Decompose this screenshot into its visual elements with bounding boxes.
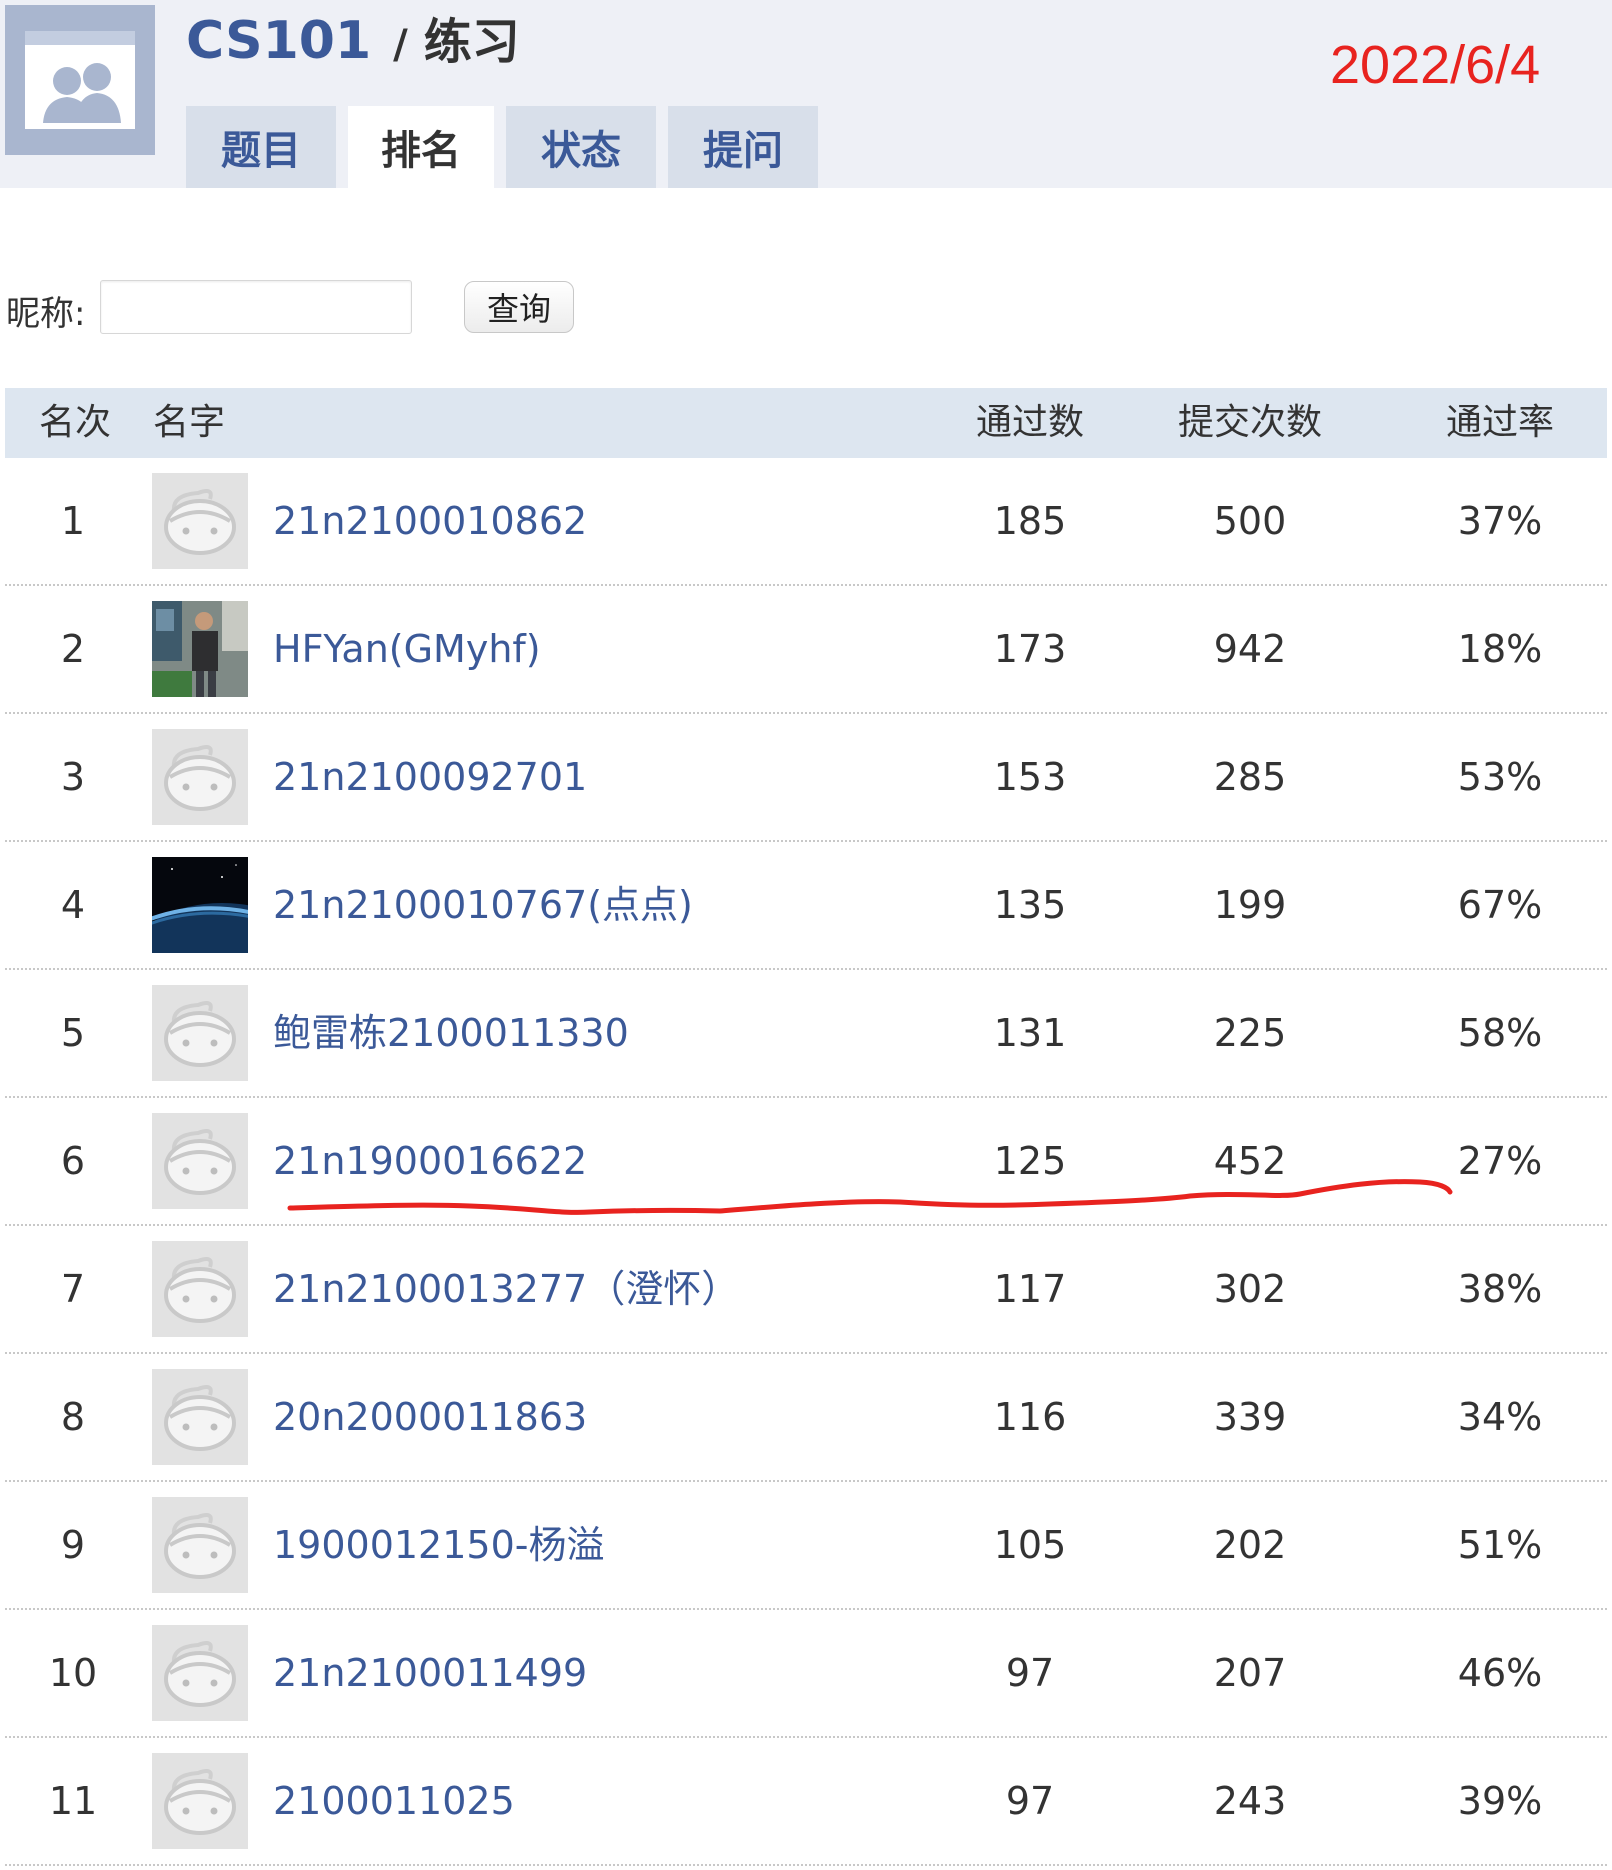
- default-avatar-icon[interactable]: [152, 1241, 248, 1337]
- default-avatar-icon[interactable]: [152, 1113, 248, 1209]
- default-avatar-icon[interactable]: [152, 1625, 248, 1721]
- ranking-table-body: 1 21n2100010862 185 500 37% 2 HFYan(GMyhf) 173 9…: [5, 458, 1607, 1866]
- default-avatar-icon[interactable]: [152, 1497, 248, 1593]
- tab-ranking[interactable]: 排名: [348, 106, 494, 188]
- title-separator: /: [393, 22, 408, 68]
- pass-rate-cell: 27%: [1457, 1139, 1543, 1183]
- pass-rate-cell: 67%: [1457, 883, 1543, 927]
- tab-problems[interactable]: 题目: [186, 106, 336, 188]
- table-row: 2 HFYan(GMyhf) 173 942 18%: [5, 586, 1607, 714]
- user-avatar[interactable]: [152, 601, 248, 697]
- pass-rate-cell: 51%: [1457, 1523, 1543, 1567]
- table-row: 5 鲍雷栋2100011330 131 225 58%: [5, 970, 1607, 1098]
- rank-cell: 5: [60, 1011, 86, 1055]
- page-title: CS101 / 练习: [186, 2, 520, 72]
- user-name-link[interactable]: 21n2100011499: [273, 1610, 587, 1736]
- rank-cell: 3: [60, 755, 86, 799]
- pass-rate-cell: 46%: [1457, 1651, 1543, 1695]
- passed-count-cell: 185: [993, 499, 1067, 543]
- ranking-page: CS101 / 练习 2022/6/4 题目 排名 状态 提问 昵称: 查询 名…: [0, 0, 1612, 1870]
- passed-count-cell: 97: [1005, 1779, 1055, 1823]
- submit-count-cell: 452: [1213, 1139, 1287, 1183]
- header-name: 名字: [153, 402, 226, 443]
- pass-rate-cell: 58%: [1457, 1011, 1543, 1055]
- table-row: 1 21n2100010862 185 500 37%: [5, 458, 1607, 586]
- course-link[interactable]: CS101: [186, 11, 371, 71]
- default-avatar-icon[interactable]: [152, 1369, 248, 1465]
- pass-rate-cell: 39%: [1457, 1779, 1543, 1823]
- default-avatar-icon[interactable]: [152, 729, 248, 825]
- submit-count-cell: 207: [1213, 1651, 1287, 1695]
- passed-count-cell: 97: [1005, 1651, 1055, 1695]
- pass-rate-cell: 18%: [1457, 627, 1543, 671]
- passed-count-cell: 173: [993, 627, 1067, 671]
- user-avatar[interactable]: [152, 857, 248, 953]
- passed-count-cell: 117: [993, 1267, 1067, 1311]
- pass-rate-cell: 37%: [1457, 499, 1543, 543]
- default-avatar-icon[interactable]: [152, 985, 248, 1081]
- section-title: 练习: [423, 14, 520, 70]
- table-row: 4 21n2100010767(点点) 135 199 67%: [5, 842, 1607, 970]
- passed-count-cell: 125: [993, 1139, 1067, 1183]
- submit-count-cell: 202: [1213, 1523, 1287, 1567]
- passed-count-cell: 105: [993, 1523, 1067, 1567]
- default-avatar-icon[interactable]: [152, 473, 248, 569]
- date-annotation: 2022/6/4: [1330, 35, 1541, 95]
- table-row: 11 2100011025 97 243 39%: [5, 1738, 1607, 1866]
- pass-rate-cell: 38%: [1457, 1267, 1543, 1311]
- passed-count-cell: 153: [993, 755, 1067, 799]
- user-name-link[interactable]: 1900012150-杨溢: [273, 1482, 604, 1608]
- submit-count-cell: 339: [1213, 1395, 1287, 1439]
- table-row: 9 1900012150-杨溢 105 202 51%: [5, 1482, 1607, 1610]
- tab-questions[interactable]: 提问: [668, 106, 818, 188]
- header-submits: 提交次数: [1177, 402, 1322, 443]
- user-name-link[interactable]: 21n2100010862: [273, 458, 587, 584]
- user-name-link[interactable]: HFYan(GMyhf): [273, 586, 541, 712]
- query-button[interactable]: 查询: [464, 281, 574, 333]
- submit-count-cell: 199: [1213, 883, 1287, 927]
- rank-cell: 1: [60, 499, 86, 543]
- pass-rate-cell: 53%: [1457, 755, 1543, 799]
- rank-cell: 4: [60, 883, 86, 927]
- header-rate: 通过率: [1445, 402, 1554, 443]
- passed-count-cell: 116: [993, 1395, 1067, 1439]
- user-name-link[interactable]: 20n2000011863: [273, 1354, 587, 1480]
- table-row: 7 21n2100013277（澄怀） 117 302 38%: [5, 1226, 1607, 1354]
- rank-cell: 7: [60, 1267, 86, 1311]
- passed-count-cell: 131: [993, 1011, 1067, 1055]
- rank-cell: 10: [48, 1651, 98, 1695]
- default-avatar-icon[interactable]: [152, 1753, 248, 1849]
- rank-cell: 9: [60, 1523, 86, 1567]
- group-silhouette-icon[interactable]: [5, 5, 155, 155]
- pass-rate-cell: 34%: [1457, 1395, 1543, 1439]
- ranking-table-header: 名次 名字 通过数 提交次数 通过率: [5, 388, 1607, 458]
- submit-count-cell: 243: [1213, 1779, 1287, 1823]
- header-passed: 通过数: [975, 402, 1084, 443]
- rank-cell: 11: [48, 1779, 98, 1823]
- table-row: 3 21n2100092701 153 285 53%: [5, 714, 1607, 842]
- passed-count-cell: 135: [993, 883, 1067, 927]
- user-name-link[interactable]: 21n1900016622: [273, 1098, 587, 1224]
- rank-cell: 2: [60, 627, 86, 671]
- nickname-label: 昵称:: [6, 294, 86, 334]
- rank-cell: 8: [60, 1395, 86, 1439]
- header-rank: 名次: [39, 402, 112, 443]
- user-name-link[interactable]: 21n2100010767(点点): [273, 842, 693, 968]
- nickname-search-input[interactable]: [100, 280, 412, 334]
- user-name-link[interactable]: 21n2100092701: [273, 714, 587, 840]
- page-header: CS101 / 练习 2022/6/4 题目 排名 状态 提问: [0, 0, 1612, 188]
- submit-count-cell: 225: [1213, 1011, 1287, 1055]
- user-name-link[interactable]: 21n2100013277（澄怀）: [273, 1226, 739, 1352]
- submit-count-cell: 302: [1213, 1267, 1287, 1311]
- table-row: 6 21n1900016622 125 452 27%: [5, 1098, 1607, 1226]
- user-name-link[interactable]: 2100011025: [273, 1738, 515, 1864]
- table-row: 8 20n2000011863 116 339 34%: [5, 1354, 1607, 1482]
- submit-count-cell: 942: [1213, 627, 1287, 671]
- tab-status[interactable]: 状态: [506, 106, 656, 188]
- submit-count-cell: 500: [1213, 499, 1287, 543]
- submit-count-cell: 285: [1213, 755, 1287, 799]
- user-name-link[interactable]: 鲍雷栋2100011330: [273, 970, 629, 1096]
- table-row: 10 21n2100011499 97 207 46%: [5, 1610, 1607, 1738]
- rank-cell: 6: [60, 1139, 86, 1183]
